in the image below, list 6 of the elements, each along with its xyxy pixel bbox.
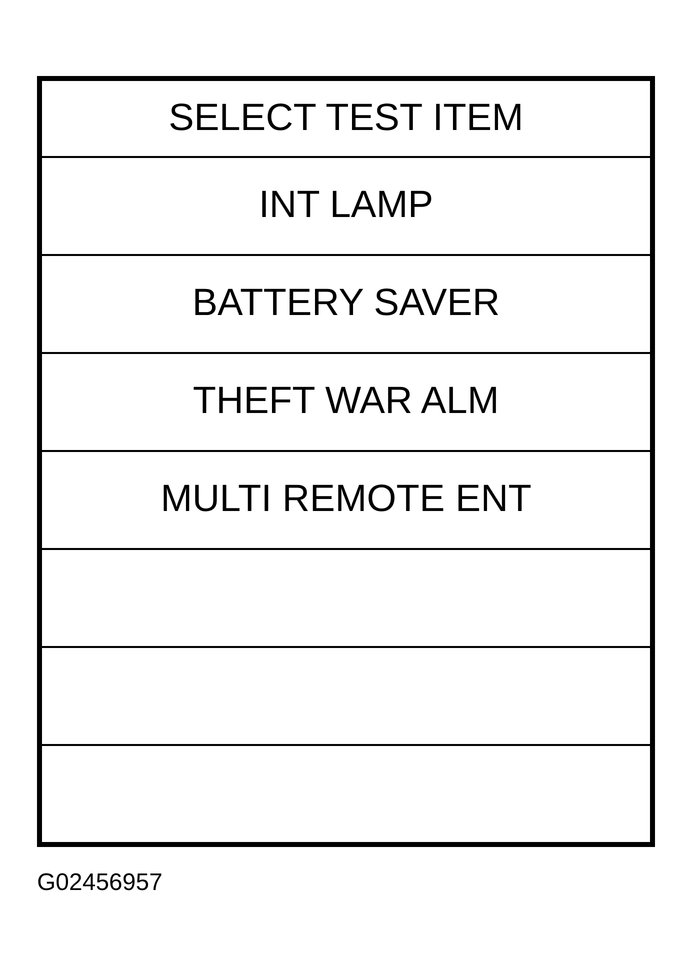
figure-id: G02456957 — [37, 869, 162, 898]
menu-item[interactable]: BATTERY SAVER — [192, 282, 500, 326]
menu-item[interactable]: THEFT WAR ALM — [192, 380, 500, 424]
menu-item[interactable]: MULTI REMOTE ENT — [160, 478, 532, 522]
screen-title: SELECT TEST ITEM — [168, 96, 524, 140]
menu-item[interactable]: INT LAMP — [258, 184, 434, 228]
